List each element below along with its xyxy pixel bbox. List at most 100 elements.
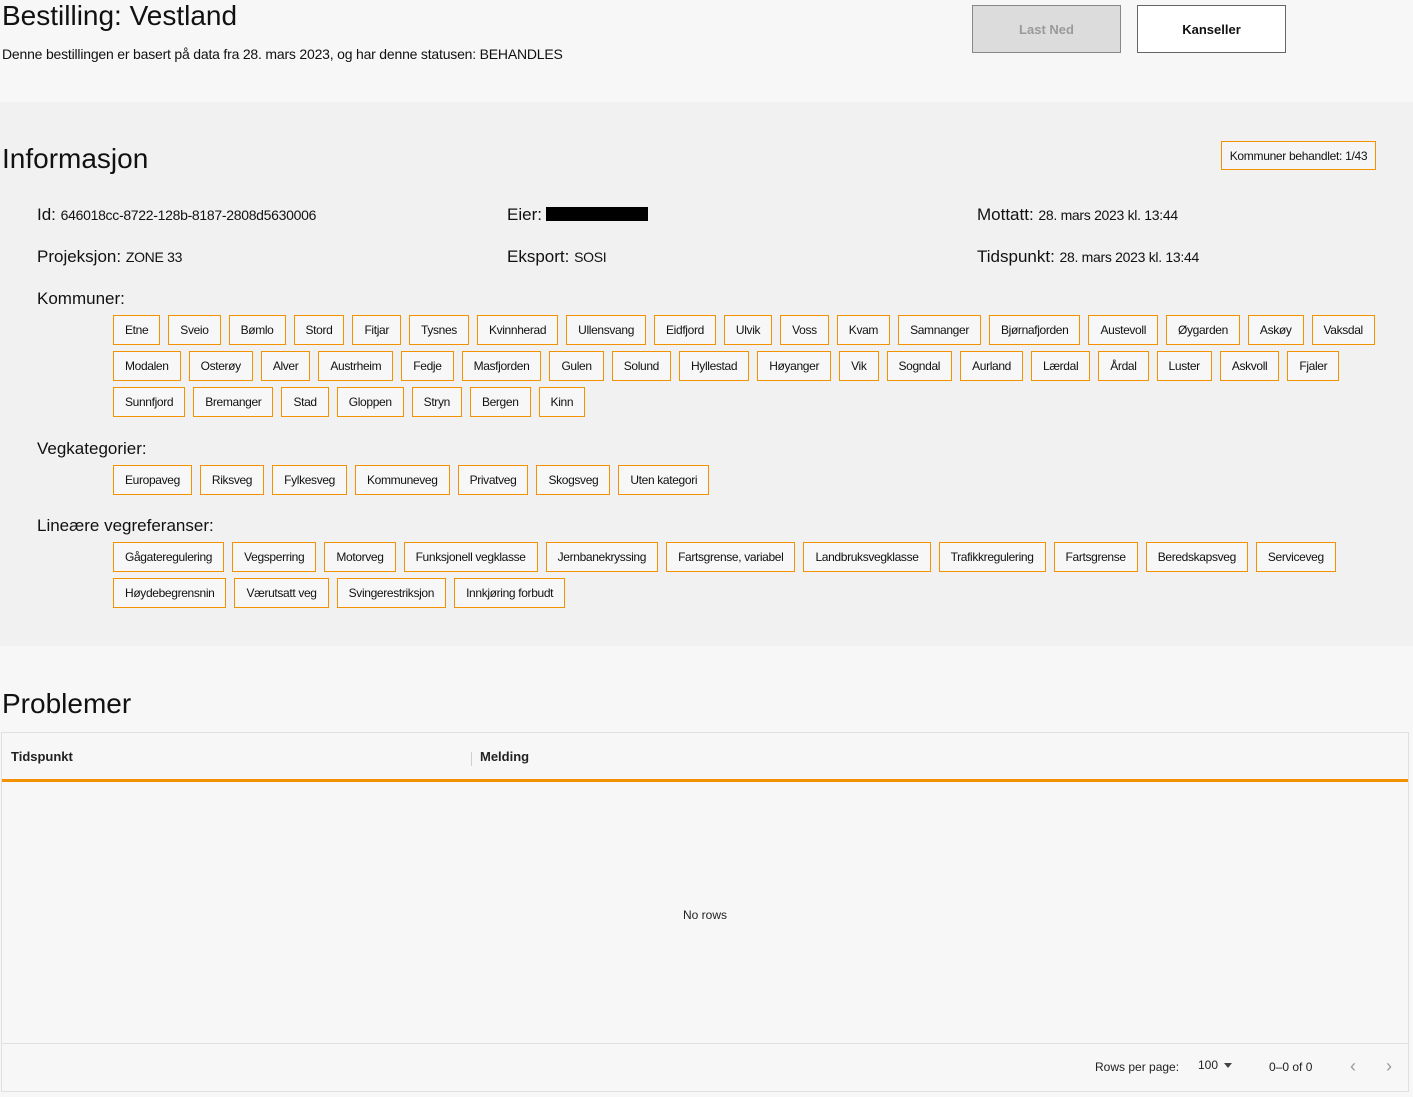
kommune-chip: Kinn (538, 387, 586, 417)
kommune-chip: Vaksdal (1311, 315, 1375, 345)
vegkategorier-chip-list: Europaveg Riksveg Fylkesveg Kommuneveg Priva… (113, 465, 1313, 495)
kommune-chip: Sogndal (886, 351, 953, 381)
lineaer-referanse-chip: Fartsgrense (1053, 542, 1138, 572)
projection-field: Projeksjon: ZONE 33 (37, 247, 182, 267)
export-field: Eksport: SOSI (507, 247, 607, 267)
kommune-chip: Etne (113, 315, 161, 345)
rows-per-page-select[interactable]: 100 (1198, 1058, 1233, 1072)
kommune-chip: Øygarden (1166, 315, 1240, 345)
column-separator[interactable] (471, 752, 472, 766)
kommune-chip: Austrheim (318, 351, 394, 381)
kommune-chip: Austevoll (1088, 315, 1159, 345)
kommune-chip: Alver (260, 351, 311, 381)
received-value: 28. mars 2023 kl. 13:44 (1038, 207, 1178, 223)
kommune-chip: Gulen (549, 351, 604, 381)
kommune-chip: Bremanger (193, 387, 274, 417)
owner-redacted-value (545, 207, 648, 221)
municipality-counter-badge: Kommuner behandlet: 1/43 (1221, 141, 1376, 170)
received-label: Mottatt: (977, 205, 1034, 224)
kommune-chip: Eidfjord (654, 315, 716, 345)
problems-heading: Problemer (2, 688, 132, 719)
column-header-time[interactable]: Tidspunkt (11, 749, 73, 764)
lineaer-referanse-chip: Høydebegrensnin (113, 578, 227, 608)
kommuner-chip-list: Etne Sveio Bømlo Stord Fitjar Tysnes Kvinnhera… (113, 315, 1413, 417)
kommune-chip: Bømlo (228, 315, 286, 345)
lineaer-referanse-chip: Vegsperring (232, 542, 317, 572)
lineaer-referanse-chip: Gågateregulering (113, 542, 225, 572)
kommune-chip: Stad (281, 387, 329, 417)
lineaer-referanse-chip: Beredskapsveg (1145, 542, 1248, 572)
lineaer-referanse-chip: Serviceveg (1255, 542, 1336, 572)
lineaer-referanse-chip: Landbruksvegklasse (803, 542, 931, 572)
id-field: Id: 646018cc-8722-128b-8187-2808d5630006 (37, 205, 316, 225)
rows-per-page-value: 100 (1198, 1058, 1219, 1072)
kommune-chip: Fedje (401, 351, 454, 381)
kommune-chip: Aurland (960, 351, 1024, 381)
lineaer-referanse-chip: Værutsatt veg (234, 578, 329, 608)
vegkategorier-label: Vegkategorier: (37, 439, 147, 458)
time-value: 28. mars 2023 kl. 13:44 (1059, 249, 1200, 265)
projection-label: Projeksjon: (37, 247, 122, 266)
kommune-chip: Bergen (469, 387, 531, 417)
problems-grid: Tidspunkt Melding No rows Rows per page:… (1, 732, 1409, 1092)
info-heading: Informasjon (2, 143, 149, 174)
kommune-chip: Ulvik (723, 315, 773, 345)
kommune-chip: Vik (839, 351, 879, 381)
kommune-chip: Fjaler (1287, 351, 1340, 381)
lineaer-referanse-chip: Motorveg (324, 542, 396, 572)
empty-grid-message: No rows (682, 908, 727, 922)
kommune-chip: Solund (611, 351, 671, 381)
page-subtitle: Denne bestillingen er basert på data fra… (2, 46, 563, 62)
vegkategori-chip: Kommuneveg (355, 465, 450, 495)
kommune-chip: Osterøy (188, 351, 253, 381)
pagination-range: 0–0 of 0 (1269, 1060, 1313, 1074)
rows-per-page-label: Rows per page: (1095, 1060, 1180, 1074)
kommune-chip: Kvinnherad (476, 315, 559, 345)
cancel-button[interactable]: Kanseller (1137, 5, 1286, 53)
previous-page-icon[interactable]: ‹ (1345, 1056, 1361, 1077)
page-title: Bestilling: Vestland (2, 0, 238, 31)
grid-footer: Rows per page: 100 0–0 of 0 ‹ › (2, 1043, 1408, 1091)
kommune-chip: Årdal (1098, 351, 1149, 381)
kommune-chip: Høyanger (757, 351, 832, 381)
vegkategori-chip: Riksveg (199, 465, 265, 495)
kommune-chip: Modalen (113, 351, 181, 381)
kommune-chip: Samnanger (898, 315, 981, 345)
lineaer-referanse-chip: Svingerestriksjon (336, 578, 447, 608)
lineaer-referanse-chip: Jernbanekryssing (545, 542, 659, 572)
column-header-message[interactable]: Melding (480, 749, 529, 764)
vegkategori-chip: Skogsveg (536, 465, 611, 495)
received-field: Mottatt: 28. mars 2023 kl. 13:44 (977, 205, 1178, 225)
projection-value: ZONE 33 (125, 249, 183, 265)
kommune-chip: Fitjar (352, 315, 402, 345)
kommune-chip: Stord (293, 315, 345, 345)
kommune-chip: Gloppen (336, 387, 404, 417)
lineare-chip-list: Gågateregulering Vegsperring Motorveg Funks… (113, 542, 1413, 608)
lineaer-referanse-chip: Trafikkregulering (938, 542, 1046, 572)
kommune-chip: Bjørnafjorden (988, 315, 1081, 345)
next-page-icon[interactable]: › (1381, 1056, 1397, 1077)
kommune-chip: Masfjorden (461, 351, 542, 381)
kommuner-label: Kommuner: (37, 289, 125, 308)
kommune-chip: Lærdal (1031, 351, 1091, 381)
id-label: Id: (37, 205, 56, 224)
id-value: 646018cc-8722-128b-8187-2808d5630006 (60, 207, 317, 223)
kommune-chip: Kvam (836, 315, 891, 345)
time-field: Tidspunkt: 28. mars 2023 kl. 13:44 (977, 247, 1199, 267)
kommune-chip: Luster (1156, 351, 1212, 381)
kommune-chip: Ullensvang (566, 315, 647, 345)
export-label: Eksport: (507, 247, 570, 266)
download-button[interactable]: Last Ned (972, 5, 1121, 53)
vegkategori-chip: Uten kategori (618, 465, 710, 495)
time-label: Tidspunkt: (977, 247, 1055, 266)
kommune-chip: Sunnfjord (113, 387, 186, 417)
kommune-chip: Hyllestad (678, 351, 750, 381)
vegkategori-chip: Europaveg (113, 465, 192, 495)
lineaer-referanse-chip: Fartsgrense, variabel (666, 542, 796, 572)
caret-down-icon (1224, 1062, 1233, 1068)
lineaer-referanse-chip: Innkjøring forbudt (454, 578, 566, 608)
kommune-chip: Askøy (1247, 315, 1304, 345)
lineare-label: Lineære vegreferanser: (37, 516, 214, 535)
kommune-chip: Sveio (168, 315, 221, 345)
kommune-chip: Stryn (411, 387, 462, 417)
